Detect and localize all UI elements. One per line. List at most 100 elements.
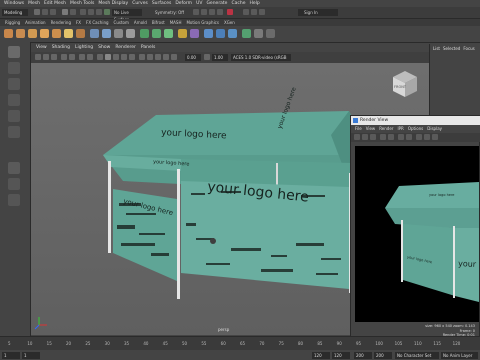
- menu-item-help[interactable]: Help: [249, 0, 259, 7]
- refresh-icon[interactable]: [370, 134, 376, 140]
- exposure-field[interactable]: 0.00: [185, 54, 201, 61]
- textured-icon[interactable]: [113, 54, 119, 60]
- field-a[interactable]: 200: [354, 352, 372, 359]
- menu-item-mesh-tools[interactable]: Mesh Tools: [70, 0, 94, 7]
- open-scene-icon[interactable]: [42, 9, 48, 15]
- menu-item-surfaces[interactable]: Surfaces: [152, 0, 172, 7]
- shelf-tab-xgen[interactable]: XGen: [224, 19, 235, 26]
- render-menu-ipr[interactable]: IPR: [397, 125, 403, 133]
- camera-select-icon[interactable]: [35, 54, 41, 60]
- gamma-field[interactable]: 1.00: [212, 54, 228, 61]
- bevel-icon[interactable]: [152, 29, 161, 38]
- bookmark-icon[interactable]: [51, 54, 57, 60]
- remove-image-icon[interactable]: [406, 134, 412, 140]
- depth-of-field-icon[interactable]: [171, 54, 177, 60]
- automatic-map-icon[interactable]: [228, 29, 237, 38]
- ambient-occlusion-icon[interactable]: [155, 54, 161, 60]
- character-set-dropdown[interactable]: No Character Set: [395, 352, 439, 359]
- polygon-cone-icon[interactable]: [40, 29, 49, 38]
- shelf-tab-fx[interactable]: FX: [76, 19, 81, 26]
- lighting-icon[interactable]: [121, 54, 127, 60]
- render-menu-render[interactable]: Render: [379, 125, 393, 133]
- polygon-cylinder-icon[interactable]: [28, 29, 37, 38]
- paint-select-icon[interactable]: [8, 78, 20, 90]
- ipr-icon[interactable]: [362, 134, 368, 140]
- snap-grid-icon[interactable]: [80, 9, 86, 15]
- shelf-tab-mash[interactable]: MASH: [170, 19, 182, 26]
- wireframe-icon[interactable]: [97, 54, 103, 60]
- shelf-tab-custom[interactable]: Custom: [114, 19, 129, 26]
- outliner-layout-icon[interactable]: [8, 194, 20, 206]
- time-slider[interactable]: 5 10 15 20 25 30 35 40 45 50 55 60 65 70 75 80 85 90 95 100…: [0, 336, 480, 351]
- shelf-tab-motion-graphics[interactable]: Motion Graphics: [186, 19, 219, 26]
- lasso-tool-icon[interactable]: [8, 62, 20, 74]
- menu-item-deform[interactable]: Deform: [175, 0, 192, 7]
- move-tool-icon[interactable]: [8, 94, 20, 106]
- rotate-tool-icon[interactable]: [8, 110, 20, 122]
- panel-menu-renderer[interactable]: Renderer: [115, 44, 136, 52]
- shadows-icon[interactable]: [129, 54, 135, 60]
- shelf-tab-fx-caching[interactable]: FX Caching: [86, 19, 108, 26]
- magnet-icon[interactable]: [104, 9, 110, 15]
- camera-attributes-icon[interactable]: [43, 54, 49, 60]
- render-image[interactable]: your logo here your l your logo here: [355, 146, 479, 322]
- panel-menu-lighting[interactable]: Lighting: [75, 44, 93, 52]
- color-space-dropdown[interactable]: ACES 1.0 SDR-video (sRGB: [231, 54, 291, 61]
- menu-item-cache[interactable]: Cache: [231, 0, 245, 7]
- save-scene-icon[interactable]: [50, 9, 56, 15]
- menu-item-edit-mesh[interactable]: Edit Mesh: [44, 0, 66, 7]
- render-menu-view[interactable]: View: [366, 125, 376, 133]
- select-tool-icon[interactable]: [8, 46, 20, 58]
- planar-map-icon[interactable]: [216, 29, 225, 38]
- menu-set-dropdown[interactable]: Modeling: [2, 9, 28, 16]
- new-scene-icon[interactable]: [34, 9, 40, 15]
- combine-icon[interactable]: [90, 29, 99, 38]
- attribute-editor-icon[interactable]: [251, 9, 257, 15]
- panel-tab-selected[interactable]: Selected: [443, 44, 460, 54]
- multi-cut-icon[interactable]: [178, 29, 187, 38]
- menu-item-curves[interactable]: Curves: [132, 0, 148, 7]
- render-region-icon[interactable]: [380, 134, 386, 140]
- delete-history-icon[interactable]: [266, 29, 275, 38]
- smooth-shade-icon[interactable]: [105, 54, 111, 60]
- start-time-field[interactable]: 1: [2, 352, 20, 359]
- ipr-render-icon[interactable]: [201, 9, 207, 15]
- panel-tab-focus[interactable]: Focus: [463, 44, 474, 54]
- hypershade-icon[interactable]: [217, 9, 223, 15]
- sign-in-button[interactable]: Sign In: [298, 9, 338, 16]
- shelf-tab-rigging[interactable]: Rigging: [5, 19, 20, 26]
- alpha-channel-icon[interactable]: [424, 134, 430, 140]
- playback-end-field[interactable]: 120: [312, 352, 330, 359]
- render-menu-file[interactable]: File: [355, 125, 362, 133]
- live-surface-field[interactable]: No Live Surface: [112, 9, 142, 22]
- text-tool-icon[interactable]: [64, 29, 73, 38]
- modeling-toolkit-icon[interactable]: [243, 9, 249, 15]
- rgb-channel-icon[interactable]: [416, 134, 422, 140]
- anti-aliasing-icon[interactable]: [163, 54, 169, 60]
- shelf-tab-arnold[interactable]: Arnold: [134, 19, 147, 26]
- isolate-select-icon[interactable]: [147, 54, 153, 60]
- image-plane-icon[interactable]: [61, 54, 67, 60]
- smooth-icon[interactable]: [114, 29, 123, 38]
- shelf-tab-rendering[interactable]: Rendering: [51, 19, 71, 26]
- panel-menu-panels[interactable]: Panels: [141, 44, 155, 52]
- grid-toggle-icon[interactable]: [69, 54, 75, 60]
- channel-box-icon[interactable]: [259, 9, 265, 15]
- extrude-icon[interactable]: [140, 29, 149, 38]
- uv-editor-icon[interactable]: [204, 29, 213, 38]
- menu-item-mesh[interactable]: Mesh: [28, 0, 40, 7]
- separate-icon[interactable]: [102, 29, 111, 38]
- snapshot-icon[interactable]: [388, 134, 394, 140]
- shelf-tab-bifrost[interactable]: Bifrost: [152, 19, 165, 26]
- target-weld-icon[interactable]: [190, 29, 199, 38]
- shelf-tab-animation[interactable]: Animation: [25, 19, 45, 26]
- scale-tool-icon[interactable]: [8, 126, 20, 138]
- panel-menu-shading[interactable]: Shading: [52, 44, 70, 52]
- freeze-transform-icon[interactable]: [254, 29, 263, 38]
- bridge-icon[interactable]: [164, 29, 173, 38]
- symmetry-dropdown[interactable]: Symmetry: Off: [155, 9, 184, 16]
- menu-item-mesh-display[interactable]: Mesh Display: [98, 0, 128, 7]
- single-view-layout-icon[interactable]: [8, 162, 20, 174]
- menu-item-uv[interactable]: UV: [196, 0, 202, 7]
- end-time-field[interactable]: 120: [332, 352, 350, 359]
